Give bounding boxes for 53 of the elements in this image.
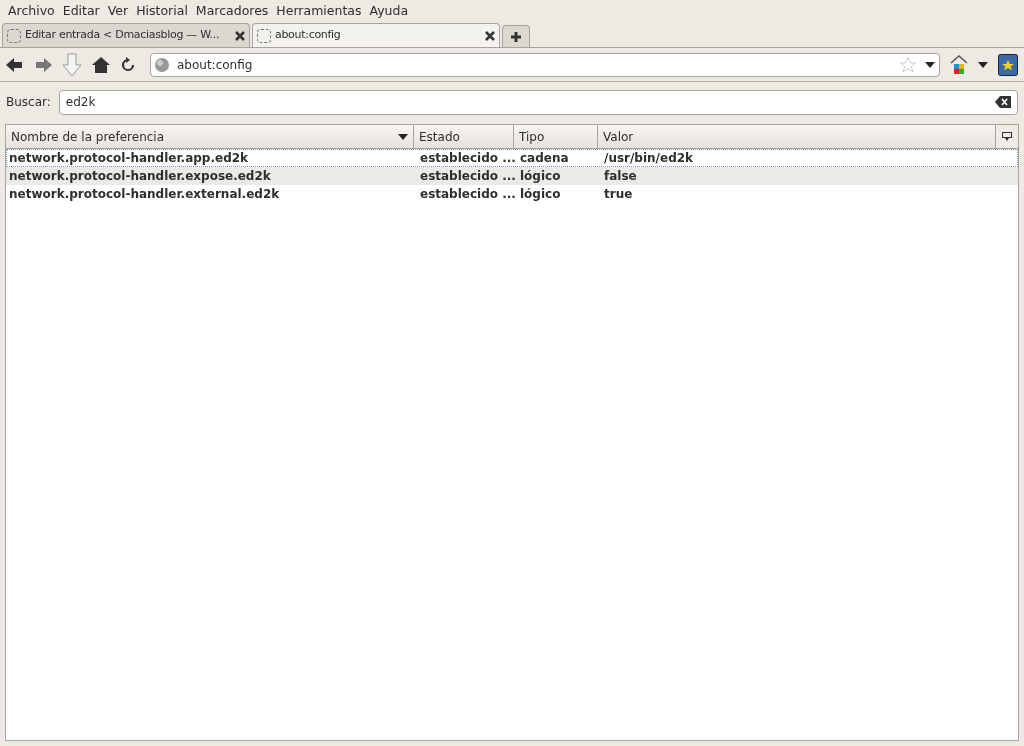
new-tab-button[interactable] <box>502 25 530 47</box>
forward-arrow-icon[interactable] <box>34 57 52 72</box>
globe-icon <box>155 57 169 72</box>
table-cell-text: /usr/bin/ed2k <box>603 150 695 167</box>
table-cell-text: network.protocol-handler.expose.ed2k <box>8 168 272 185</box>
table-row[interactable]: network.protocol-handler.external.ed2k establecido ... lógico true <box>6 185 1018 203</box>
menu-item[interactable]: Editar <box>58 1 104 21</box>
table-cell-text: establecido ... <box>419 168 514 185</box>
browser-tab[interactable]: about:config <box>252 23 500 47</box>
home-icon[interactable] <box>92 56 110 73</box>
menu-item[interactable]: Ver <box>103 1 133 21</box>
table-cell-text: lógico <box>519 168 562 185</box>
dropdown-caret-icon[interactable] <box>925 61 935 68</box>
search-label: Buscar: <box>6 94 51 111</box>
column-header[interactable]: Valor <box>598 125 996 148</box>
column-header[interactable]: Tipo <box>514 125 598 148</box>
plus-icon <box>511 31 521 42</box>
menu-item[interactable]: Herramientas <box>272 1 366 21</box>
menu-item[interactable]: Ayuda <box>365 1 413 21</box>
menu-item[interactable]: Marcadores <box>191 1 273 21</box>
table-row[interactable]: network.protocol-handler.app.ed2k establecido ... cadena /usr/bin/ed2k <box>6 149 1018 167</box>
page-icon <box>7 28 21 43</box>
sort-caret-icon <box>398 133 408 140</box>
table-cell-text: lógico <box>519 186 562 203</box>
address-bar[interactable]: about:config <box>150 52 940 77</box>
table-cell-text: network.protocol-handler.app.ed2k <box>8 150 250 167</box>
clear-icon[interactable] <box>995 96 1011 108</box>
close-icon[interactable] <box>485 30 495 41</box>
house-icon[interactable] <box>950 54 968 75</box>
column-picker-icon <box>1002 132 1012 141</box>
close-icon[interactable] <box>235 30 245 41</box>
reload-icon[interactable] <box>120 56 136 73</box>
table-cell-text: true <box>603 186 634 203</box>
table-cell-text: cadena <box>519 150 570 167</box>
back-arrow-icon[interactable] <box>6 57 24 72</box>
tab-title: Editar entrada < Dmaciasblog — W... <box>25 27 221 44</box>
dropdown-caret-icon[interactable] <box>978 61 988 68</box>
search-field[interactable]: ed2k <box>58 89 1018 115</box>
address-text: about:config <box>177 56 254 74</box>
menu-item[interactable]: Historial <box>132 1 192 21</box>
column-header[interactable]: Nombre de la preferencia <box>6 125 414 148</box>
table-row[interactable]: network.protocol-handler.expose.ed2k establecido ... lógico false <box>6 167 1018 185</box>
star-icon[interactable] <box>899 55 917 74</box>
page-icon <box>257 28 271 43</box>
table-cell-text: false <box>603 168 638 185</box>
table-cell-text: establecido ... <box>419 150 514 167</box>
browser-tab[interactable]: Editar entrada < Dmaciasblog — W... <box>2 23 250 47</box>
table-cell-text: network.protocol-handler.external.ed2k <box>8 186 281 203</box>
column-header[interactable]: Estado <box>414 125 514 148</box>
search-text: ed2k <box>65 94 97 111</box>
tab-title: about:config <box>275 27 342 44</box>
table-cell-text: establecido ... <box>419 186 514 203</box>
menu-item[interactable]: Archivo <box>4 1 59 21</box>
